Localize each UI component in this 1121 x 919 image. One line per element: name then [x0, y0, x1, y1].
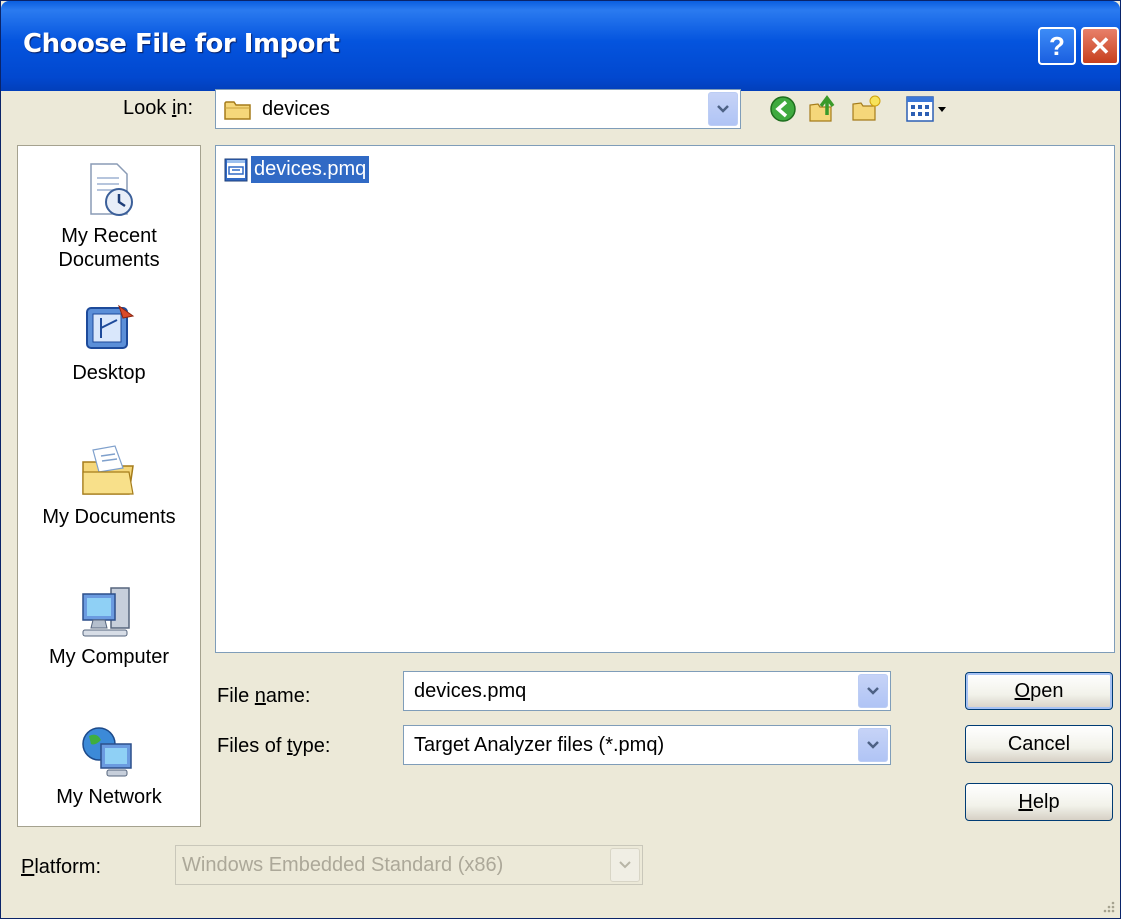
help-button[interactable]: Help: [965, 783, 1113, 821]
my-computer-icon: [82, 587, 130, 637]
file-name-label: devices.pmq: [251, 156, 370, 183]
title-bar[interactable]: Choose File for Import ? ✕: [1, 1, 1120, 91]
place-my-documents[interactable]: My Documents: [18, 442, 200, 529]
place-my-network[interactable]: My Network: [18, 722, 200, 809]
views-menu-icon[interactable]: [905, 93, 949, 125]
my-documents-icon: [82, 445, 134, 495]
place-label: My Network: [56, 786, 162, 808]
new-folder-icon[interactable]: [851, 93, 883, 125]
look-in-label: Look in:: [123, 97, 194, 119]
dialog-title: Choose File for Import: [23, 29, 340, 59]
title-close-button[interactable]: ✕: [1081, 27, 1119, 65]
chevron-down-icon: [867, 741, 879, 749]
place-label: My Recent Documents: [58, 225, 160, 271]
place-label: My Computer: [48, 646, 170, 668]
look-in-dropdown-button[interactable]: [708, 92, 738, 126]
my-network-icon: [82, 727, 132, 777]
place-label: My Documents: [42, 506, 176, 528]
open-button[interactable]: Open: [965, 672, 1113, 710]
platform-value: Windows Embedded Standard (x86): [182, 853, 504, 876]
pmq-file-icon: [224, 158, 248, 181]
folder-icon: [224, 101, 251, 120]
recent-documents-icon: [90, 163, 133, 216]
file-name-combo[interactable]: devices.pmq: [403, 671, 891, 711]
file-item[interactable]: devices.pmq: [224, 156, 370, 183]
title-help-button[interactable]: ?: [1038, 27, 1076, 65]
chevron-down-icon: [867, 687, 879, 695]
back-icon[interactable]: [767, 93, 799, 125]
desktop-icon: [86, 304, 135, 349]
platform-label: Platform:: [21, 856, 102, 878]
place-label: Desktop: [72, 362, 146, 384]
file-type-combo[interactable]: Target Analyzer files (*.pmq): [403, 725, 891, 765]
file-type-value: Target Analyzer files (*.pmq): [414, 733, 665, 756]
file-name-label-text: File name:: [217, 685, 311, 707]
chevron-down-icon: [717, 105, 729, 113]
chevron-down-icon: [619, 861, 631, 869]
cancel-button[interactable]: Cancel: [965, 725, 1113, 763]
file-type-label: Files of type:: [217, 735, 331, 757]
platform-dropdown-button: [610, 848, 640, 882]
choose-file-dialog: Choose File for Import ? ✕ Look in: devi…: [0, 0, 1121, 919]
platform-combo: Windows Embedded Standard (x86): [175, 845, 643, 885]
up-folder-icon[interactable]: [807, 93, 839, 125]
places-bar: My Recent Documents Desktop My Documents: [17, 145, 201, 827]
resize-grip-icon[interactable]: [1100, 898, 1116, 914]
file-list[interactable]: devices.pmq: [215, 145, 1115, 653]
place-my-computer[interactable]: My Computer: [18, 582, 200, 669]
close-icon: ✕: [1089, 30, 1111, 61]
file-name-dropdown-button[interactable]: [858, 674, 888, 708]
place-my-recent-documents[interactable]: My Recent Documents: [18, 160, 200, 272]
look-in-combo[interactable]: devices: [215, 89, 741, 129]
place-desktop[interactable]: Desktop: [18, 298, 200, 385]
look-in-value: devices: [262, 97, 330, 120]
file-name-input[interactable]: devices.pmq: [414, 672, 526, 710]
file-type-dropdown-button[interactable]: [858, 728, 888, 762]
help-icon: ?: [1049, 30, 1065, 61]
